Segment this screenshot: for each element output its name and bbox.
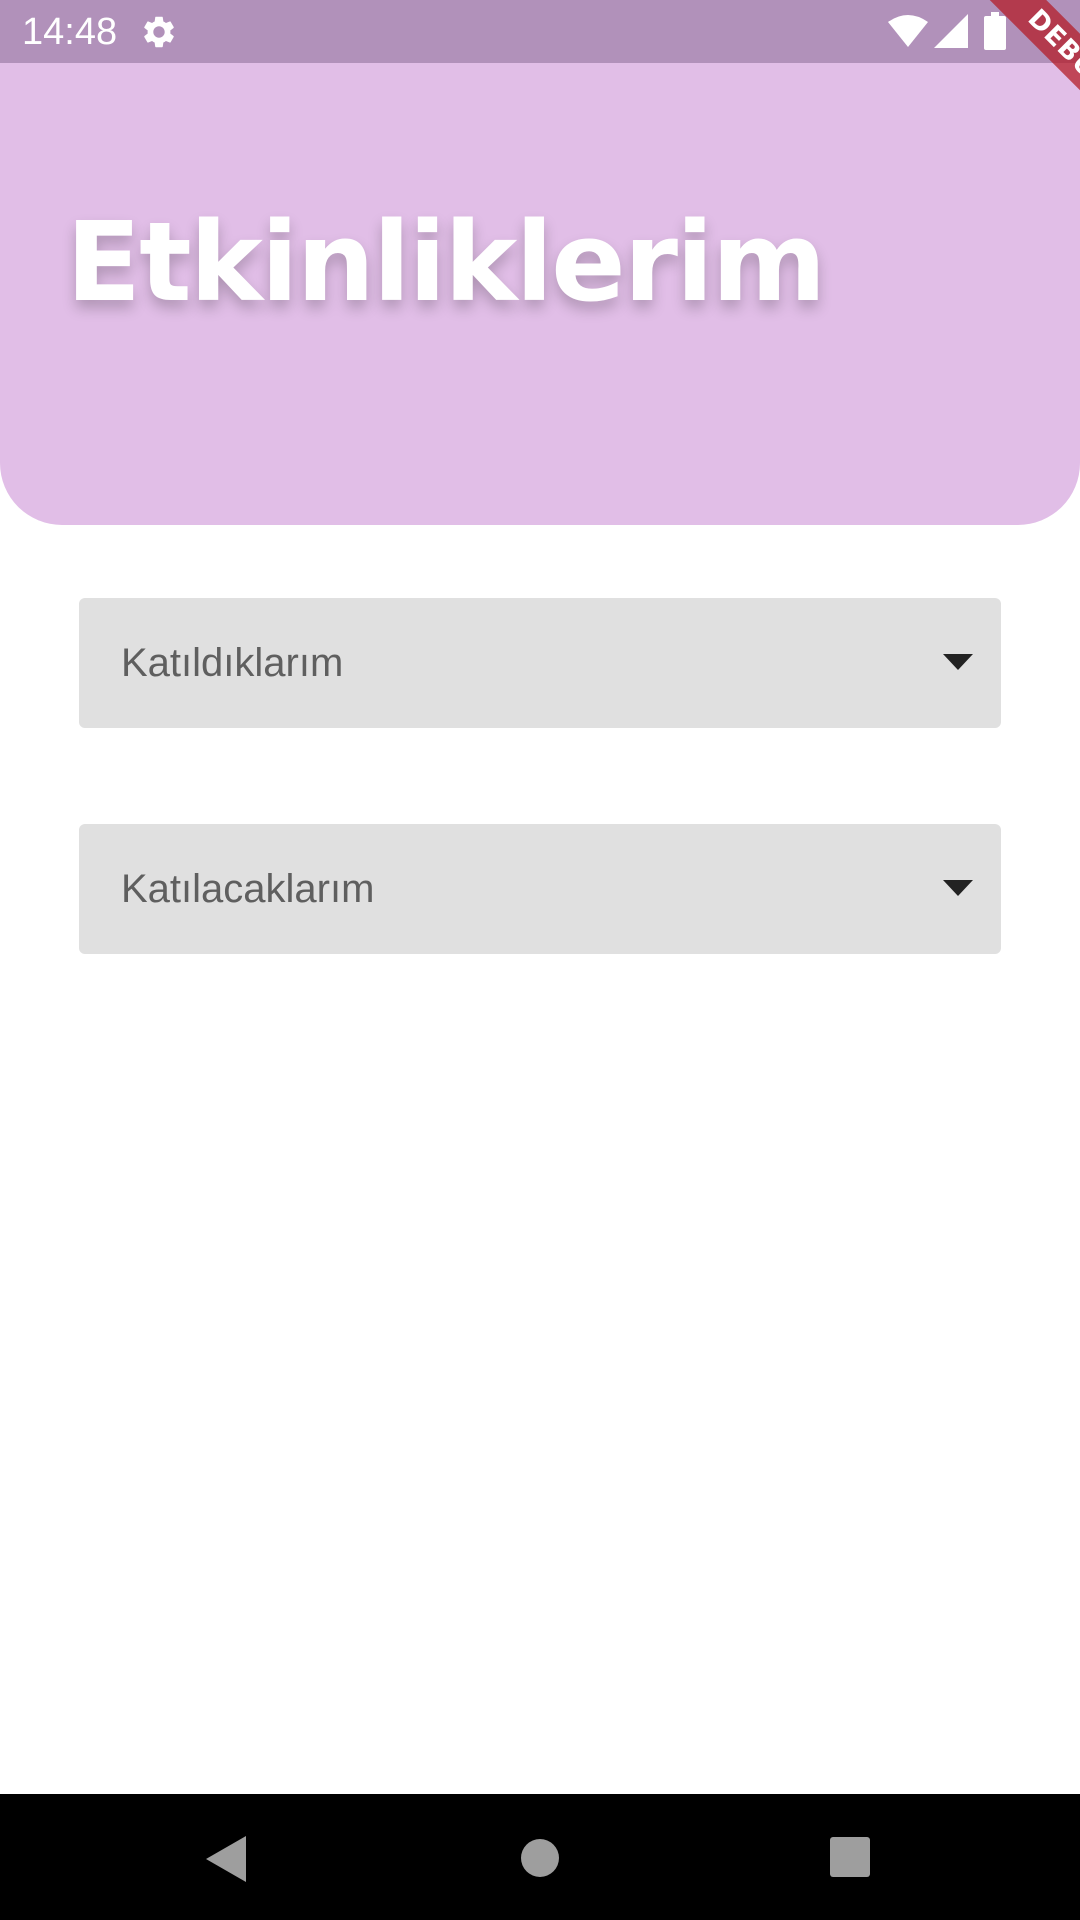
navigation-bar: [0, 1794, 1080, 1920]
debug-ribbon: DEBUG: [963, 0, 1080, 159]
home-icon[interactable]: [520, 1838, 560, 1878]
dropdown-katildiklarim[interactable]: Katıldıklarım: [79, 598, 1001, 728]
page-title: Etkinliklerim: [66, 198, 826, 326]
dropdown-katilacaklarim[interactable]: Katılacaklarım: [79, 824, 1001, 954]
status-bar: 14:48: [0, 0, 1080, 63]
gear-icon: [144, 16, 174, 48]
header-banner: Etkinliklerim: [0, 0, 1080, 525]
recents-icon[interactable]: [830, 1837, 870, 1877]
dropdown-label: Katıldıklarım: [121, 641, 344, 685]
back-icon[interactable]: [206, 1836, 246, 1882]
dropdown-label: Katılacaklarım: [121, 867, 375, 911]
arrow-drop-down-icon: [943, 654, 973, 670]
status-time: 14:48: [22, 11, 118, 53]
debug-ribbon-container: DEBUG: [920, 0, 1080, 160]
arrow-drop-down-icon: [943, 880, 973, 896]
